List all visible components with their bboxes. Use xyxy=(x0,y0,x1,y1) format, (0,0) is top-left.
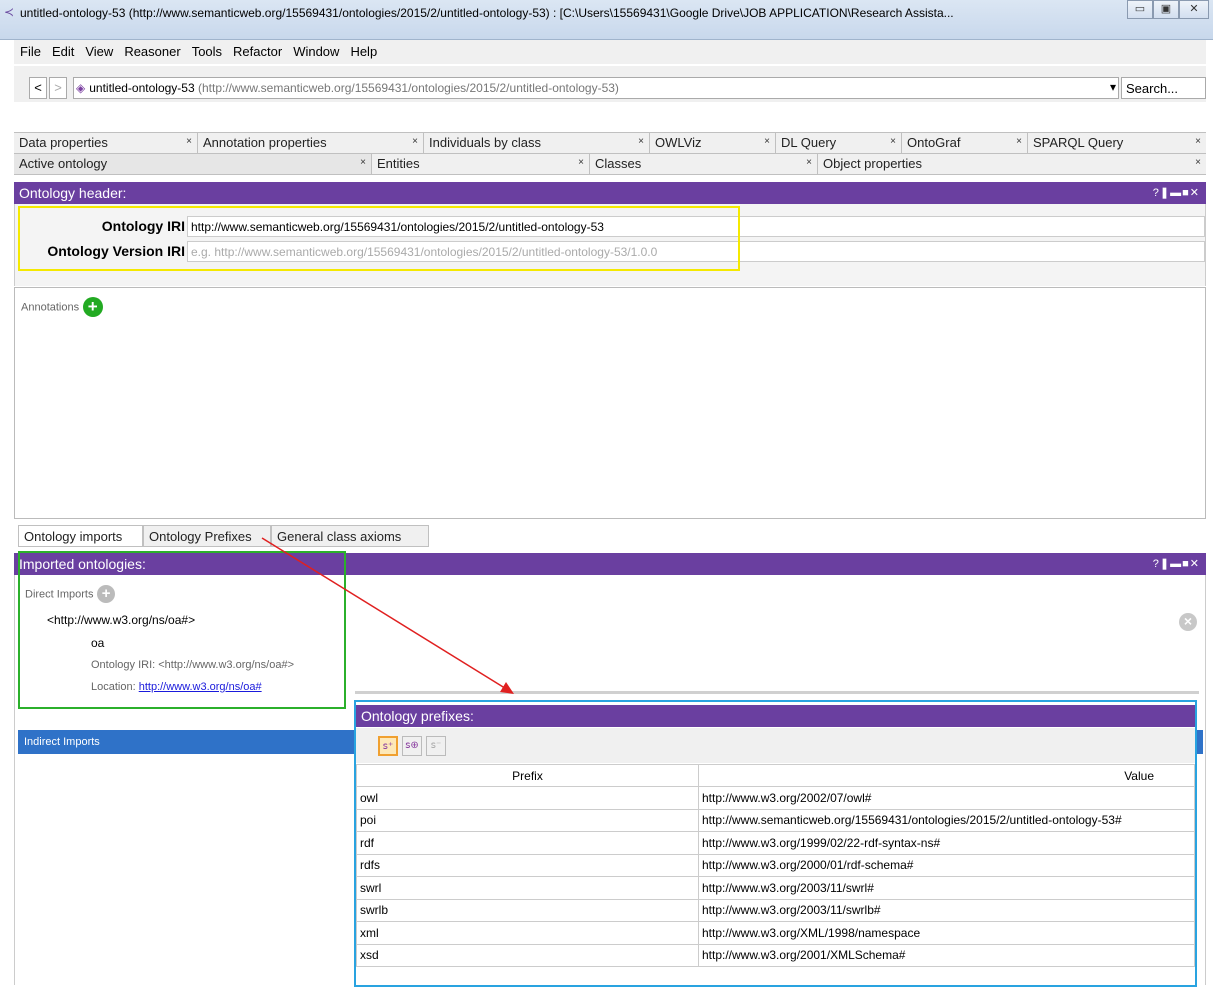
red-arrow-icon xyxy=(261,537,514,694)
